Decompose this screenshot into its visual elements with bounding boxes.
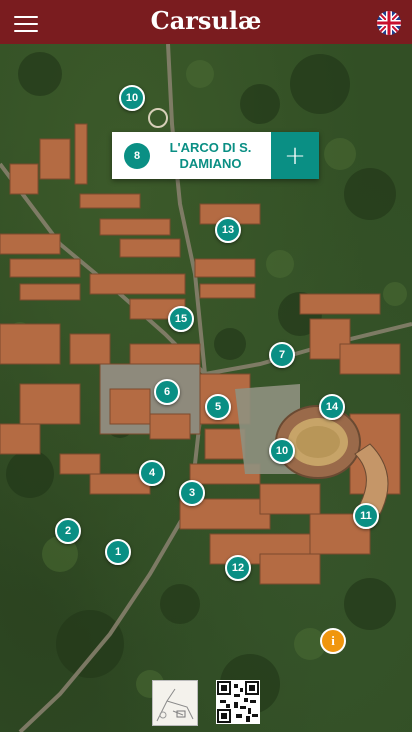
popup-title[interactable]: L'ARCO DI S. DAMIANO <box>150 140 271 172</box>
map-marker[interactable]: 1 <box>105 539 131 565</box>
uk-flag-icon[interactable] <box>377 11 401 35</box>
map-marker[interactable]: 3 <box>179 480 205 506</box>
map-marker[interactable]: 14 <box>319 394 345 420</box>
app-title: Carsulæ <box>150 6 262 35</box>
map-marker[interactable]: 12 <box>225 555 251 581</box>
map-marker[interactable]: 5 <box>205 394 231 420</box>
poi-popup[interactable]: 8 L'ARCO DI S. DAMIANO + <box>112 132 319 179</box>
popup-marker-number: 8 <box>124 142 150 169</box>
map-marker[interactable]: 2 <box>55 518 81 544</box>
map-marker[interactable]: 4 <box>139 460 165 486</box>
popup-add-button[interactable]: + <box>271 132 319 179</box>
qr-code-icon[interactable] <box>216 680 260 724</box>
top-bar: Carsulæ <box>0 0 412 44</box>
map-marker[interactable]: 13 <box>215 217 241 243</box>
map-marker[interactable]: 11 <box>353 503 379 529</box>
hamburger-menu-icon[interactable] <box>14 12 38 32</box>
map-marker[interactable]: 10 <box>269 438 295 464</box>
map-marker[interactable]: 15 <box>168 306 194 332</box>
map-marker[interactable]: 6 <box>154 379 180 405</box>
info-marker[interactable]: i <box>320 628 346 654</box>
site-plan-icon[interactable] <box>152 680 198 726</box>
map-marker[interactable]: 10 <box>119 85 145 111</box>
map-marker[interactable]: 7 <box>269 342 295 368</box>
